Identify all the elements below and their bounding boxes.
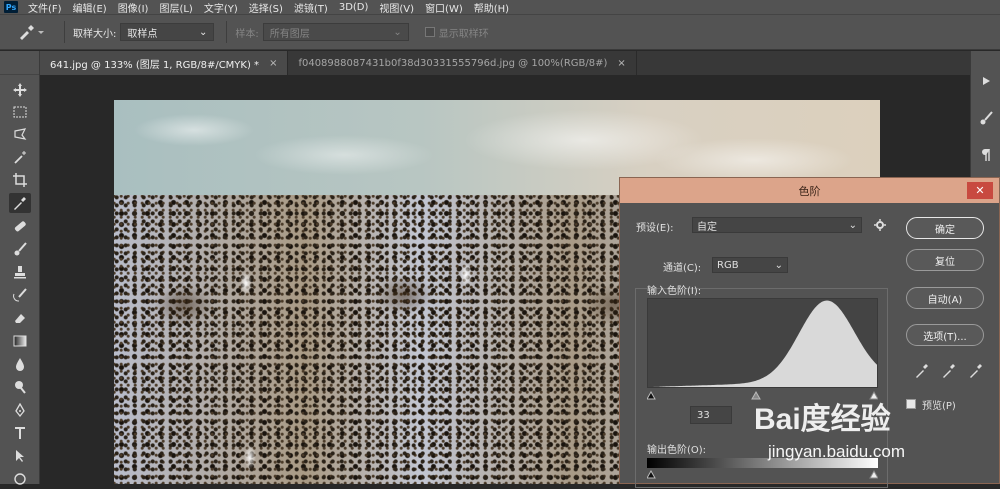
history-brush-tool-icon[interactable] bbox=[9, 285, 31, 305]
eyedropper-tool-icon[interactable] bbox=[9, 193, 31, 213]
histogram-area bbox=[648, 300, 877, 387]
tab-document-2[interactable]: f0408988087431b0f38d30331555796d.jpg @ 1… bbox=[288, 51, 637, 75]
tab-document-1[interactable]: 641.jpg @ 133% (图层 1, RGB/8#/CMYK) * × bbox=[40, 51, 289, 75]
toolbar-handle[interactable] bbox=[0, 51, 39, 75]
options-bar: 取样大小: 取样点 ⌄ 样本: 所有图层 ⌄ 显示取样环 bbox=[0, 14, 1000, 50]
ok-button[interactable]: 确定 bbox=[906, 217, 984, 239]
menu-help[interactable]: 帮助(H) bbox=[474, 0, 509, 15]
preset-select[interactable]: 自定 ⌄ bbox=[692, 217, 862, 233]
dodge-tool-icon[interactable] bbox=[9, 377, 31, 397]
input-black-field[interactable]: 33 bbox=[690, 406, 732, 424]
lasso-tool-icon[interactable] bbox=[9, 124, 31, 144]
gray-eyedropper-icon[interactable] bbox=[941, 363, 957, 379]
chevron-down-icon: ⌄ bbox=[848, 219, 857, 231]
menu-type[interactable]: 文字(Y) bbox=[204, 0, 238, 15]
baidu-logo-icon: Bai度经验 jingyan.baidu.com bbox=[754, 402, 905, 461]
channel-label: 通道(C): bbox=[660, 259, 705, 274]
sample-size-label: 取样大小: bbox=[73, 28, 117, 40]
close-icon[interactable]: × bbox=[617, 58, 625, 69]
auto-button[interactable]: 自动(A) bbox=[906, 287, 984, 309]
close-button[interactable]: ✕ bbox=[967, 182, 993, 199]
watermark-url: jingyan.baidu.com bbox=[767, 442, 905, 461]
menu-view[interactable]: 视图(V) bbox=[379, 0, 414, 15]
healing-brush-tool-icon[interactable] bbox=[9, 216, 31, 236]
white-eyedropper-icon[interactable] bbox=[968, 363, 984, 379]
separator bbox=[64, 21, 65, 43]
menu-window[interactable]: 窗口(W) bbox=[425, 0, 463, 15]
brush-settings-icon[interactable] bbox=[976, 108, 996, 128]
preset-label: 预设(E): bbox=[636, 223, 674, 234]
magic-wand-tool-icon[interactable] bbox=[9, 147, 31, 167]
dialog-title: 色阶 bbox=[798, 184, 821, 198]
tab-label: 641.jpg @ 133% (图层 1, RGB/8#/CMYK) * bbox=[50, 59, 260, 71]
shape-tool-icon[interactable] bbox=[9, 469, 31, 489]
eyedropper-group bbox=[914, 363, 984, 381]
options-button[interactable]: 选项(T)... bbox=[906, 324, 984, 346]
show-ring-checkbox[interactable] bbox=[424, 27, 435, 37]
sample-size-select[interactable]: 取样点 ⌄ bbox=[120, 23, 215, 41]
play-icon[interactable] bbox=[976, 71, 996, 91]
separator bbox=[226, 21, 228, 43]
sample-select[interactable]: 所有图层 ⌄ bbox=[262, 23, 409, 41]
gradient-tool-icon[interactable] bbox=[9, 331, 31, 351]
output-slider-track[interactable] bbox=[646, 469, 879, 479]
menu-image[interactable]: 图像(I) bbox=[118, 0, 149, 15]
menu-select[interactable]: 选择(S) bbox=[249, 0, 283, 15]
clone-stamp-tool-icon[interactable] bbox=[9, 262, 31, 282]
sample-label: 样本: bbox=[235, 28, 259, 40]
input-black-value: 33 bbox=[697, 409, 710, 421]
eyedropper-icon bbox=[20, 25, 44, 40]
blur-tool-icon[interactable] bbox=[9, 354, 31, 374]
input-levels-label: 输入色阶(I): bbox=[647, 286, 702, 297]
output-levels-label: 输出色阶(O): bbox=[647, 445, 707, 456]
sample-size-value: 取样点 bbox=[127, 28, 158, 40]
menu-filter[interactable]: 滤镜(T) bbox=[294, 0, 328, 15]
tools-panel bbox=[0, 51, 40, 485]
path-selection-tool-icon[interactable] bbox=[9, 446, 31, 466]
preset-value: 自定 bbox=[697, 221, 717, 233]
show-ring-label: 显示取样环 bbox=[438, 28, 489, 40]
marquee-tool-icon[interactable] bbox=[9, 102, 31, 122]
dialog-titlebar[interactable]: 色阶 ✕ bbox=[620, 178, 999, 203]
menu-layer[interactable]: 图层(L) bbox=[159, 0, 192, 15]
document-tabs: 641.jpg @ 133% (图层 1, RGB/8#/CMYK) * × f… bbox=[40, 51, 970, 75]
menu-3d[interactable]: 3D(D) bbox=[339, 2, 369, 13]
paragraph-icon[interactable] bbox=[976, 145, 996, 165]
channel-value: RGB bbox=[717, 259, 739, 271]
type-tool-icon[interactable] bbox=[9, 423, 31, 443]
move-tool-icon[interactable] bbox=[9, 80, 31, 100]
menu-file[interactable]: 文件(F) bbox=[28, 0, 62, 15]
menu-edit[interactable]: 编辑(E) bbox=[73, 0, 107, 15]
tool-preset-picker[interactable] bbox=[16, 21, 56, 43]
baidu-jingyan-watermark: Bai度经验 jingyan.baidu.com bbox=[748, 393, 958, 463]
sample-value: 所有图层 bbox=[269, 28, 310, 40]
black-point-handle bbox=[646, 390, 656, 400]
reset-button[interactable]: 复位 bbox=[906, 249, 984, 271]
chevron-down-icon: ⌄ bbox=[198, 26, 208, 38]
photoshop-logo: Ps bbox=[4, 1, 18, 13]
tab-label: f0408988087431b0f38d30331555796d.jpg @ 1… bbox=[298, 57, 608, 69]
pen-tool-icon[interactable] bbox=[9, 400, 31, 420]
close-icon[interactable]: × bbox=[269, 58, 277, 69]
crop-tool-icon[interactable] bbox=[9, 170, 31, 190]
preset-options-gear-icon[interactable] bbox=[871, 217, 889, 233]
black-eyedropper-icon[interactable] bbox=[914, 363, 930, 379]
watermark-brand: Bai度经验 bbox=[754, 402, 891, 436]
eraser-tool-icon[interactable] bbox=[9, 308, 31, 328]
menu-bar: Ps 文件(F) 编辑(E) 图像(I) 图层(L) 文字(Y) 选择(S) 滤… bbox=[0, 0, 1000, 15]
chevron-down-icon: ⌄ bbox=[393, 26, 402, 38]
brush-tool-icon[interactable] bbox=[9, 239, 31, 259]
chevron-down-icon: ⌄ bbox=[774, 259, 783, 271]
channel-select[interactable]: RGB ⌄ bbox=[712, 257, 788, 273]
output-slider-handles[interactable] bbox=[646, 469, 879, 479]
histogram-graph bbox=[648, 300, 877, 387]
histogram bbox=[647, 298, 878, 388]
